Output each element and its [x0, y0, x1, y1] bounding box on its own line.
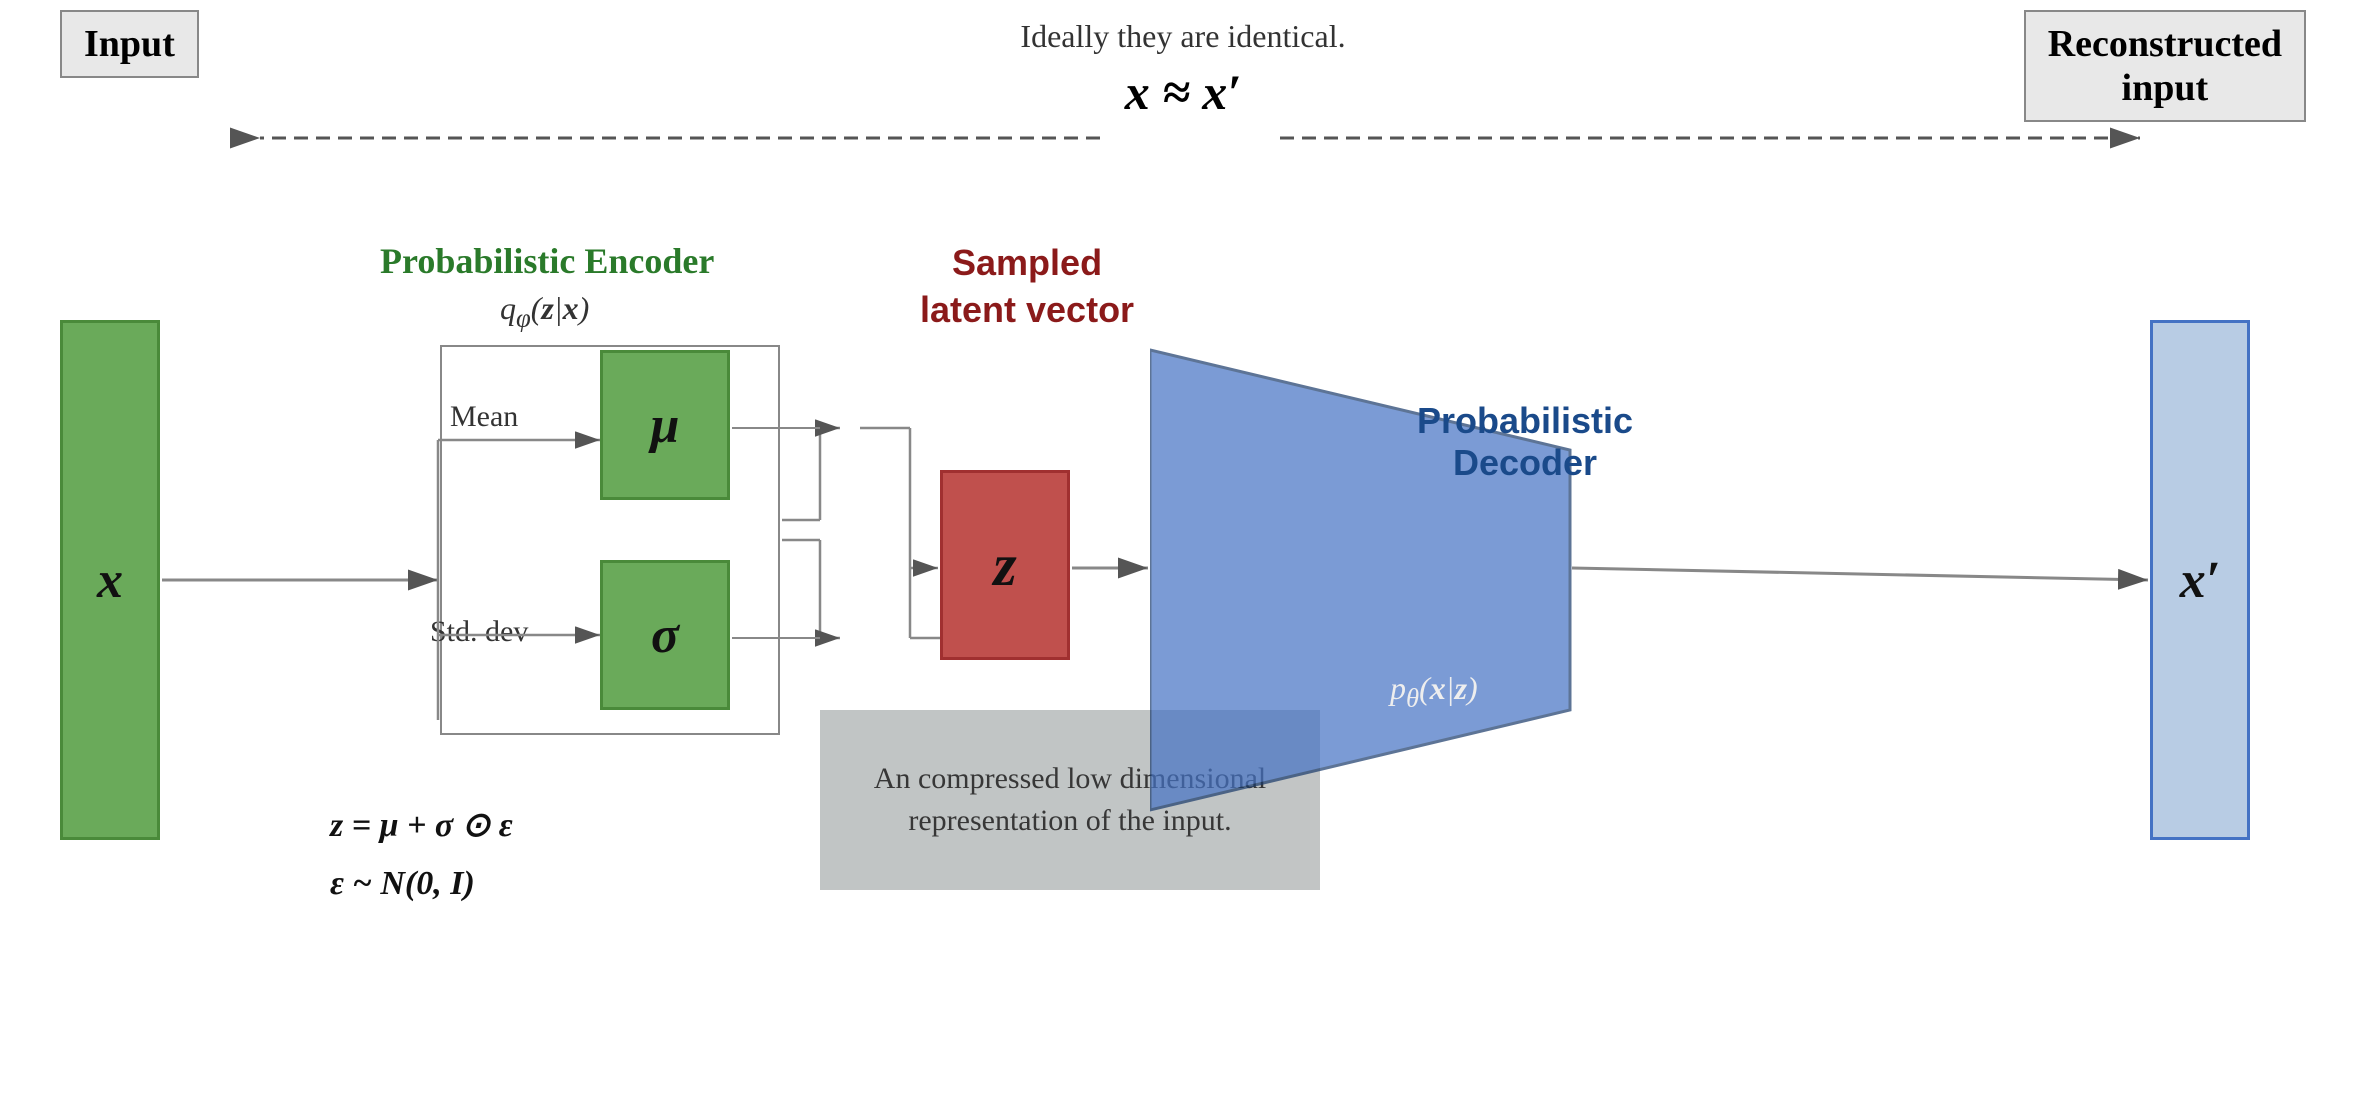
main-area: x Probabilistic Encoder qφ(z|x) Mean μ σ…	[0, 240, 2366, 1060]
reconstructed-label-box: Reconstructed input	[2024, 10, 2306, 122]
reparam-formula: z = μ + σ ⊙ ε	[330, 805, 513, 845]
identical-text: Ideally they are identical.	[1020, 18, 1345, 55]
input-label-box: Input	[60, 10, 199, 78]
input-rectangle: x	[60, 320, 160, 840]
latent-var-label: z	[993, 531, 1016, 600]
diagram-container: Input Reconstructed input Ideally they a…	[0, 0, 2366, 1096]
decoder-formula: pθ(x|z)	[1390, 670, 1478, 713]
mean-label: μ	[651, 396, 680, 455]
encoder-title: Probabilistic Encoder	[380, 240, 714, 282]
output-var-label: x′	[2180, 551, 2221, 610]
sigma-label: σ	[651, 606, 679, 665]
epsilon-formula: ε ~ N(0, I)	[330, 865, 475, 903]
top-middle: Ideally they are identical. x ≈ x′	[1020, 18, 1345, 121]
sigma-box: σ	[600, 560, 730, 710]
approx-formula: x ≈ x′	[1020, 63, 1345, 121]
decoder-title: Probabilistic Decoder	[1350, 400, 1700, 484]
mean-box: μ	[600, 350, 730, 500]
input-var-label: x	[97, 551, 123, 610]
output-rectangle: x′	[2150, 320, 2250, 840]
latent-z-box: z	[940, 470, 1070, 660]
reconstructed-label-text: Reconstructed input	[2048, 23, 2282, 109]
stddev-text-label: Std. dev	[430, 615, 528, 649]
encoder-formula: qφ(z|x)	[500, 290, 589, 333]
mean-text-label: Mean	[450, 400, 518, 434]
input-label-text: Input	[84, 23, 175, 65]
latent-vector-title: Sampled latent vector	[920, 240, 1134, 334]
